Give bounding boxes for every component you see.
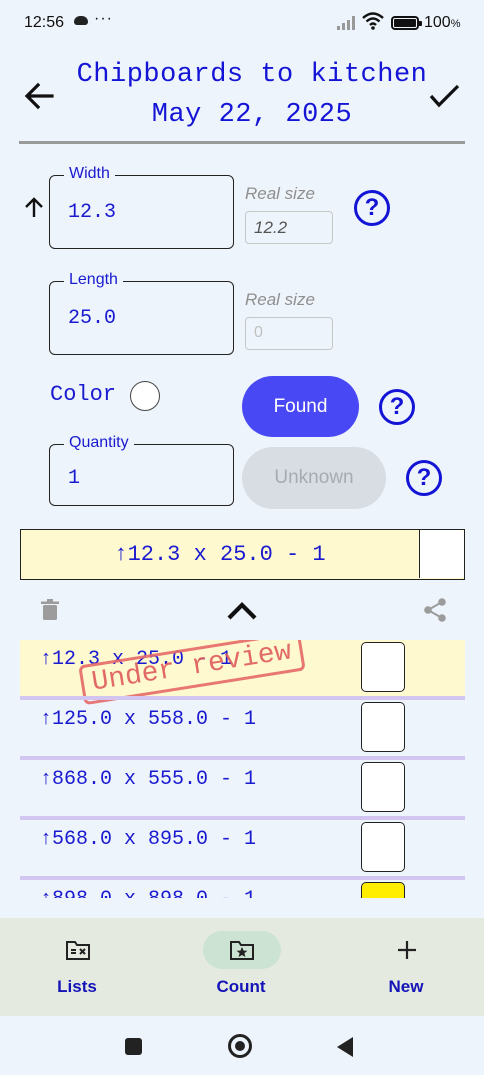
- folder-x-icon: [66, 941, 90, 960]
- length-field[interactable]: Length 25.0: [49, 271, 234, 355]
- nav-new-label: New: [388, 977, 424, 996]
- list-item[interactable]: ↑898.0 x 898.0 - 1: [20, 880, 465, 898]
- nav-lists[interactable]: Lists: [17, 918, 137, 1016]
- system-navigation-bar: [0, 1016, 484, 1075]
- width-label: Width: [64, 165, 115, 183]
- list-item-color-box[interactable]: [361, 822, 405, 872]
- length-real-size-label: Real size: [245, 290, 315, 309]
- color-radio[interactable]: [130, 381, 160, 411]
- bottom-navigation: Lists Count New: [0, 918, 484, 1016]
- nav-lists-label: Lists: [57, 977, 97, 996]
- plus-icon: [398, 941, 416, 959]
- width-value: 12.3: [68, 201, 117, 224]
- nav-count-label: Count: [216, 977, 266, 996]
- list-item[interactable]: ↑568.0 x 895.0 - 1: [20, 820, 465, 880]
- quantity-value: 1: [68, 467, 81, 490]
- nav-new[interactable]: New: [346, 918, 466, 1016]
- list-item[interactable]: ↑125.0 x 558.0 - 1: [20, 700, 465, 760]
- cloud-icon: [74, 16, 88, 25]
- list-item[interactable]: ↑12.3 x 25.0 - 1 Under review: [20, 640, 465, 706]
- page-title: Chipboards to kitchen: [76, 60, 428, 90]
- arrow-up-icon[interactable]: [22, 196, 46, 220]
- color-label: Color: [50, 382, 117, 407]
- width-real-size-field[interactable]: 12.2: [245, 211, 333, 244]
- battery-icon: [391, 16, 422, 30]
- length-real-size-field[interactable]: 0: [245, 317, 333, 350]
- status-bar: 12:56 ··· 100%: [0, 0, 484, 48]
- home-icon[interactable]: [228, 1034, 252, 1058]
- check-icon[interactable]: [426, 78, 462, 114]
- summary-color-box[interactable]: [419, 530, 464, 578]
- list-item-text: ↑568.0 x 895.0 - 1: [40, 828, 257, 851]
- folder-star-icon: [230, 941, 254, 960]
- width-real-size-label: Real size: [245, 184, 315, 203]
- summary-text: ↑12.3 x 25.0 - 1: [114, 542, 326, 567]
- unknown-button[interactable]: Unknown: [242, 447, 386, 509]
- list-item[interactable]: ↑868.0 x 555.0 - 1: [20, 760, 465, 820]
- share-icon[interactable]: [422, 597, 448, 623]
- back-arrow-icon[interactable]: [22, 78, 58, 114]
- found-button[interactable]: Found: [242, 376, 359, 437]
- list-item-text: ↑898.0 x 898.0 - 1: [40, 888, 256, 898]
- wifi-icon: [362, 12, 384, 30]
- battery-percent: 100%: [424, 14, 461, 31]
- status-overflow: ···: [94, 10, 113, 27]
- signal-icon: [337, 14, 357, 30]
- unknown-help-icon[interactable]: ?: [406, 460, 442, 496]
- current-item-summary: ↑12.3 x 25.0 - 1: [20, 529, 465, 580]
- list-item-text: ↑868.0 x 555.0 - 1: [40, 768, 257, 791]
- page-date: May 22, 2025: [151, 100, 353, 130]
- chevron-up-icon[interactable]: [224, 596, 260, 624]
- list-item-color-box[interactable]: [361, 762, 405, 812]
- status-time: 12:56: [24, 14, 65, 31]
- length-value: 25.0: [68, 307, 117, 330]
- length-label: Length: [64, 271, 123, 289]
- recents-icon[interactable]: [125, 1038, 142, 1055]
- found-help-icon[interactable]: ?: [379, 389, 415, 425]
- width-field[interactable]: Width 12.3: [49, 165, 234, 249]
- system-back-icon[interactable]: [337, 1037, 353, 1057]
- trash-icon[interactable]: [38, 598, 62, 622]
- list-item-color-box[interactable]: [361, 642, 405, 692]
- list-item-color-box[interactable]: [361, 702, 405, 752]
- header-divider: [19, 141, 465, 144]
- item-list[interactable]: ↑12.3 x 25.0 - 1 Under review ↑125.0 x 5…: [20, 640, 465, 898]
- width-help-icon[interactable]: ?: [354, 190, 390, 226]
- nav-count[interactable]: Count: [181, 918, 301, 1016]
- quantity-label: Quantity: [64, 434, 134, 452]
- list-item-text: ↑125.0 x 558.0 - 1: [40, 708, 257, 731]
- list-item-color-box[interactable]: [361, 882, 405, 898]
- quantity-field[interactable]: Quantity 1: [49, 434, 234, 506]
